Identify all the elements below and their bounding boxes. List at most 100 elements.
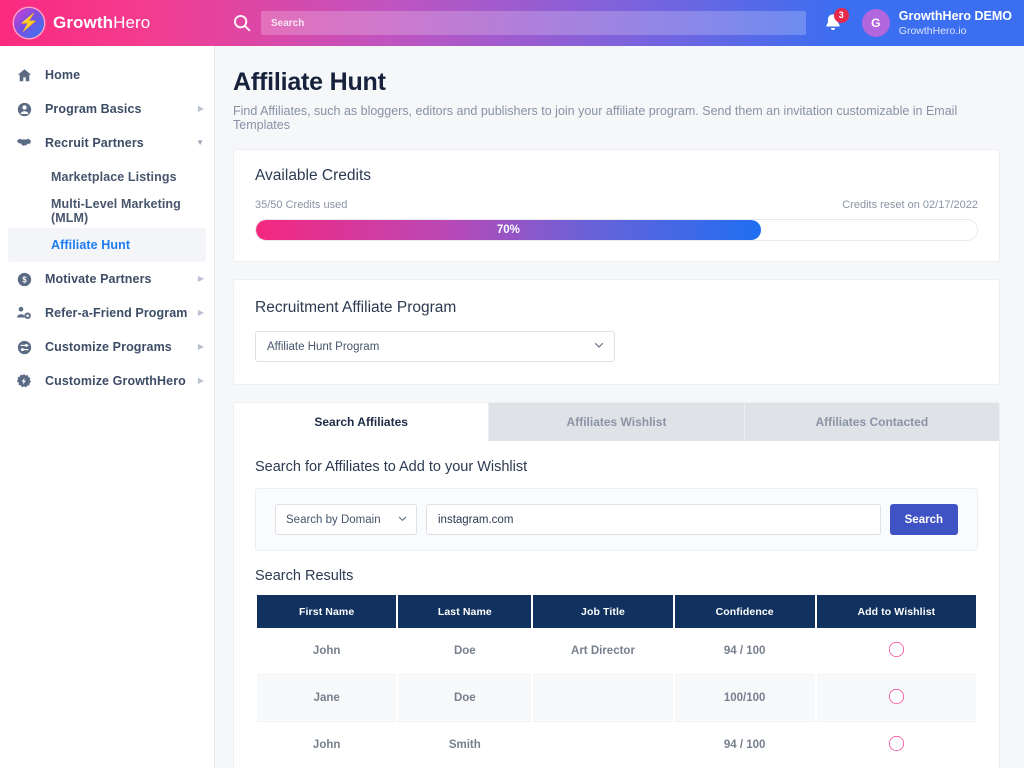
- recruitment-program-select-wrap: Affiliate Hunt Program: [255, 331, 615, 362]
- cell-first-name: John: [257, 628, 397, 675]
- sidebar-item-home[interactable]: Home: [0, 58, 214, 92]
- sidebar-item-label: Motivate Partners: [45, 272, 152, 286]
- recruitment-program-select[interactable]: Affiliate Hunt Program: [255, 331, 615, 362]
- chevron-right-icon: ▶: [197, 308, 204, 317]
- recruitment-program-card: Recruitment Affiliate Program Affiliate …: [233, 279, 1000, 385]
- sidebar-item-customize-growthhero[interactable]: Customize GrowthHero ▶: [0, 364, 214, 398]
- dollar-circle-icon: $: [14, 269, 34, 289]
- sidebar-item-refer-a-friend[interactable]: Refer-a-Friend Program ▶: [0, 296, 214, 330]
- chevron-right-icon: ▶: [197, 104, 204, 113]
- cell-first-name: Jane: [257, 675, 397, 722]
- search-mode-select[interactable]: Search by Domain: [275, 504, 417, 535]
- cell-job-title: [533, 675, 673, 722]
- sidebar-item-label: Program Basics: [45, 102, 142, 116]
- chevron-down-icon: ▼: [196, 138, 204, 147]
- recruitment-program-heading: Recruitment Affiliate Program: [255, 299, 457, 316]
- credits-reset-text: Credits reset on 02/17/2022: [842, 199, 978, 211]
- search-section-heading: Search for Affiliates to Add to your Wis…: [255, 459, 528, 475]
- sidebar-item-marketplace-listings[interactable]: Marketplace Listings: [8, 160, 206, 194]
- sidebar-item-affiliate-hunt[interactable]: Affiliate Hunt: [8, 228, 206, 262]
- cell-confidence: 100/100: [674, 675, 815, 722]
- application-window: ⚡ GrowthHero 3 G GrowthHero DEMO GrowthH…: [0, 0, 1024, 768]
- page-description: Find Affiliates, such as bloggers, edito…: [233, 104, 958, 132]
- plus-circle-icon[interactable]: [888, 689, 904, 704]
- gear-bolt-icon: [14, 371, 34, 391]
- cell-job-title: Art Director: [533, 628, 673, 675]
- sliders-circle-icon: [14, 337, 34, 357]
- user-circle-icon: [14, 99, 34, 119]
- sidebar-item-multi-level-marketing[interactable]: Multi-Level Marketing (MLM): [8, 194, 206, 228]
- cell-confidence: 94 / 100: [674, 628, 815, 675]
- search-button[interactable]: Search: [889, 504, 958, 535]
- chevron-right-icon: ▶: [197, 376, 204, 385]
- tab-affiliates-wishlist[interactable]: Affiliates Wishlist: [489, 403, 745, 441]
- header-search-input[interactable]: [261, 11, 806, 35]
- brand-name-bold: Growth: [53, 13, 114, 32]
- results-table-head: First Name Last Name Job Title Confidenc…: [257, 595, 976, 628]
- sidebar-item-label: Recruit Partners: [45, 136, 144, 150]
- credits-progress-bar: 70%: [255, 219, 978, 241]
- header-search-zone: [215, 11, 816, 35]
- table-row: John Doe Art Director 94 / 100: [257, 628, 976, 675]
- search-icon: [231, 12, 253, 34]
- brand-name-light: Hero: [113, 13, 151, 32]
- affiliate-tabs-card: Search Affiliates Affiliates Wishlist Af…: [233, 402, 1000, 768]
- cell-add-to-wishlist: [816, 675, 976, 722]
- people-gear-icon: [14, 303, 34, 323]
- sidebar-item-program-basics[interactable]: Program Basics ▶: [0, 92, 214, 126]
- column-header-job-title: Job Title: [533, 595, 673, 628]
- chevron-right-icon: ▶: [197, 342, 204, 351]
- column-header-confidence: Confidence: [674, 595, 815, 628]
- cell-first-name: John: [257, 722, 397, 768]
- sidebar-item-customize-programs[interactable]: Customize Programs ▶: [0, 330, 214, 364]
- sidebar-item-label: Refer-a-Friend Program: [45, 306, 188, 320]
- sidebar-subitem-label: Multi-Level Marketing (MLM): [51, 197, 181, 225]
- home-icon: [14, 65, 34, 85]
- sidebar-item-label: Customize GrowthHero: [45, 374, 186, 388]
- search-query-input[interactable]: [426, 504, 881, 535]
- cell-add-to-wishlist: [816, 628, 976, 675]
- cell-add-to-wishlist: [816, 722, 976, 768]
- handshake-icon: [14, 133, 34, 153]
- bolt-glyph: ⚡: [18, 12, 40, 32]
- chevron-right-icon: ▶: [197, 274, 204, 283]
- account-name: GrowthHero DEMO: [898, 9, 1012, 24]
- account-domain: GrowthHero.io: [898, 24, 967, 37]
- svg-text:$: $: [22, 275, 27, 284]
- affiliate-search-panel: Search by Domain Search: [255, 488, 978, 551]
- credits-progress-fill: 70%: [256, 220, 761, 240]
- credits-meta-row: 35/50 Credits used Credits reset on 02/1…: [255, 199, 978, 211]
- sidebar-navigation: Home Program Basics ▶ Recruit Partners ▼…: [0, 46, 215, 768]
- sidebar-item-recruit-partners[interactable]: Recruit Partners ▼: [0, 126, 214, 160]
- bolt-circle-icon: ⚡: [14, 8, 44, 38]
- brand-name: GrowthHero: [53, 13, 150, 33]
- column-header-add-to-wishlist: Add to Wishlist: [816, 595, 976, 628]
- tab-search-affiliates[interactable]: Search Affiliates: [234, 403, 490, 441]
- results-table-body: John Doe Art Director 94 / 100 Jane Doe …: [257, 628, 976, 768]
- available-credits-heading: Available Credits: [255, 167, 372, 184]
- sidebar-item-motivate-partners[interactable]: $ Motivate Partners ▶: [0, 262, 214, 296]
- page-title: Affiliate Hunt: [233, 68, 386, 96]
- cell-job-title: [533, 722, 673, 768]
- credits-progress-label: 70%: [496, 224, 520, 236]
- tab-panel-search-affiliates: Search for Affiliates to Add to your Wis…: [234, 441, 999, 768]
- available-credits-card: Available Credits 35/50 Credits used Cre…: [233, 149, 1000, 262]
- notifications-button[interactable]: 3: [816, 6, 850, 40]
- plus-circle-icon[interactable]: [888, 736, 904, 751]
- search-results-table: First Name Last Name Job Title Confidenc…: [255, 595, 978, 768]
- plus-circle-icon[interactable]: [888, 642, 904, 657]
- search-results-heading: Search Results: [255, 568, 354, 584]
- table-row: John Smith 94 / 100: [257, 722, 976, 768]
- cell-last-name: Doe: [398, 628, 532, 675]
- tab-affiliates-contacted[interactable]: Affiliates Contacted: [744, 403, 999, 441]
- notification-count-badge: 3: [833, 8, 849, 23]
- main-content: Affiliate Hunt Find Affiliates, such as …: [215, 46, 1024, 768]
- top-header-bar: ⚡ GrowthHero 3 G GrowthHero DEMO GrowthH…: [0, 0, 1024, 46]
- header-right-cluster: 3 G GrowthHero DEMO GrowthHero.io: [816, 6, 1024, 40]
- column-header-last-name: Last Name: [398, 595, 532, 628]
- column-header-first-name: First Name: [257, 595, 397, 628]
- account-info[interactable]: GrowthHero DEMO GrowthHero.io: [899, 9, 1012, 36]
- brand-logo[interactable]: ⚡ GrowthHero: [0, 8, 215, 38]
- avatar[interactable]: G: [861, 9, 890, 37]
- search-mode-select-wrap: Search by Domain: [275, 504, 417, 535]
